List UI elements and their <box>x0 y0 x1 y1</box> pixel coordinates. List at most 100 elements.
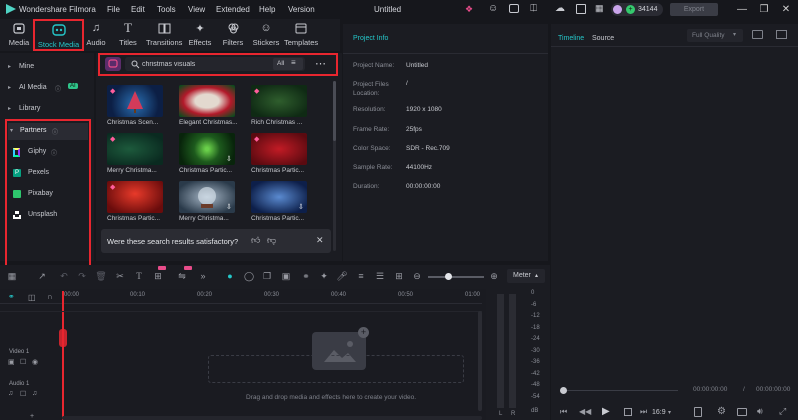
tab-effects[interactable]: ✦ Effects <box>186 19 214 51</box>
layout-icon[interactable] <box>509 4 519 13</box>
grid-layout-icon[interactable]: ▦ <box>6 270 18 282</box>
playhead-handle[interactable] <box>560 387 567 394</box>
tab-audio[interactable]: ♫ Audio <box>84 19 108 51</box>
delete-icon[interactable]: 🗑︎ <box>95 270 107 282</box>
audio-mixer-icon[interactable]: ≡ <box>355 270 367 282</box>
menu-help[interactable]: Help <box>259 5 275 14</box>
lock-icon[interactable]: ☐ <box>20 390 26 398</box>
link-track-icon[interactable]: ◫ <box>28 293 36 302</box>
grid-icon[interactable]: ▦ <box>595 3 604 14</box>
result-thumb-2[interactable] <box>179 85 235 117</box>
cloud-icon[interactable]: ☁ <box>555 3 565 14</box>
microphone-icon[interactable]: 🎤︎ <box>336 270 348 282</box>
menu-extended[interactable]: Extended <box>216 5 250 14</box>
expand-icon[interactable]: ⤢ <box>779 406 786 417</box>
result-thumb-9[interactable]: ⇩ <box>251 181 307 213</box>
search-field[interactable]: All ≡ <box>125 57 305 71</box>
results-scrollbar[interactable] <box>333 81 336 251</box>
drop-zone[interactable] <box>208 355 464 383</box>
help-icon[interactable]: ⓘ <box>55 84 61 93</box>
menu-file[interactable]: File <box>107 5 120 14</box>
media-source-button[interactable] <box>105 57 121 71</box>
credits-badge[interactable]: + 34144 <box>611 3 663 16</box>
text-tool-icon[interactable]: T <box>133 270 145 282</box>
meter-dropdown[interactable]: Meter ▴ <box>507 269 545 283</box>
track-add-icon[interactable]: + <box>30 413 34 420</box>
copy-icon[interactable]: ❐ <box>261 270 273 282</box>
download-icon[interactable]: ⇩ <box>226 155 232 163</box>
filter-dropdown[interactable]: All ≡ <box>273 58 303 70</box>
download-icon[interactable]: ⇩ <box>298 203 304 211</box>
gift-icon[interactable]: ❖ <box>465 4 473 15</box>
rewind-icon[interactable]: ◀◀ <box>579 407 591 416</box>
tab-source-preview[interactable]: Source <box>592 35 614 42</box>
more-options-icon[interactable]: ⋯ <box>315 57 326 70</box>
sidebar-item-pixabay[interactable]: Pixabay <box>12 188 92 202</box>
sidebar-item-partners[interactable]: ▾ Partners ⓘ <box>8 123 88 140</box>
shield-icon[interactable]: ◯ <box>243 270 255 282</box>
link-icon[interactable]: ⚭ <box>300 270 312 282</box>
results-scrollbar-thumb[interactable] <box>333 81 336 141</box>
user-icon[interactable]: ☺ <box>488 3 498 14</box>
tab-timeline-preview[interactable]: Timeline <box>558 35 584 42</box>
result-thumb-8[interactable]: ⇩ <box>179 181 235 213</box>
undo-icon[interactable]: ↶ <box>58 270 70 282</box>
result-thumb-1[interactable]: ◆ <box>107 85 163 117</box>
add-track-icon[interactable]: ⚭ <box>8 292 15 301</box>
select-tool-icon[interactable]: ↗ <box>36 270 48 282</box>
export-frame-icon[interactable]: ⊞ <box>393 270 405 282</box>
result-thumb-5[interactable]: ⇩ <box>179 133 235 165</box>
save-icon[interactable] <box>576 4 586 14</box>
timeline-vscroll[interactable] <box>478 311 482 411</box>
redo-icon[interactable]: ↷ <box>76 270 88 282</box>
maximize-button[interactable]: ❐ <box>757 3 771 16</box>
fullscreen-icon[interactable] <box>776 30 787 39</box>
snapshot-icon[interactable] <box>752 30 763 39</box>
export-button[interactable]: Export <box>670 3 718 16</box>
aspect-ratio-label[interactable]: 16:9 <box>652 409 666 416</box>
notification-icon[interactable]: ⎅ <box>530 3 537 14</box>
tab-media[interactable]: Media <box>5 19 33 51</box>
split-icon[interactable]: ✂ <box>114 270 126 282</box>
zoom-out-icon[interactable]: ⊖ <box>411 270 423 282</box>
eye-icon[interactable]: ◉ <box>32 358 38 366</box>
menu-version[interactable]: Version <box>288 5 315 14</box>
settings-icon[interactable]: ⚙ <box>717 406 726 417</box>
stop-icon[interactable] <box>624 408 632 416</box>
previous-frame-icon[interactable]: ⏮︎ <box>560 407 567 417</box>
tab-transitions[interactable]: Transitions <box>146 19 182 51</box>
search-input[interactable] <box>142 58 242 70</box>
close-button[interactable]: ✕ <box>779 3 793 16</box>
zoom-in-icon[interactable]: ⊕ <box>488 270 500 282</box>
sidebar-item-pexels[interactable]: P Pexels <box>12 167 92 181</box>
tracks-icon[interactable]: ☰ <box>374 270 386 282</box>
menu-edit[interactable]: Edit <box>131 5 145 14</box>
timeline-scrollbar[interactable] <box>62 416 482 420</box>
result-thumb-6[interactable]: ◆ <box>251 133 307 165</box>
image-icon[interactable]: ▣ <box>280 270 292 282</box>
ai-sticker-icon[interactable]: ● <box>224 270 236 282</box>
add-media-icon[interactable]: + <box>358 327 369 338</box>
speed-icon[interactable]: ⇋ <box>176 270 188 282</box>
sidebar-item-unsplash[interactable]: Unsplash <box>12 209 92 223</box>
volume-icon[interactable]: 🔊︎ <box>757 406 763 417</box>
sidebar-item-giphy[interactable]: Giphy ⓘ <box>12 146 92 160</box>
play-icon[interactable]: ▶ <box>602 406 610 417</box>
tab-titles[interactable]: T Titles <box>115 19 141 51</box>
magnet-icon[interactable]: ∩ <box>47 292 53 301</box>
quality-dropdown[interactable]: Full Quality ▾ <box>687 29 743 42</box>
next-frame-icon[interactable]: ⏭︎ <box>640 407 647 417</box>
camera-icon[interactable] <box>737 408 747 416</box>
lock-icon[interactable]: ☐ <box>20 358 26 366</box>
sidebar-item-library[interactable]: ▸ Library <box>0 101 94 118</box>
more-tools-icon[interactable]: » <box>197 270 209 282</box>
menu-tools[interactable]: Tools <box>157 5 176 14</box>
sidebar-item-mine[interactable]: ▸ Mine <box>0 59 94 76</box>
result-thumb-4[interactable]: ◆ <box>107 133 163 165</box>
thumbs-down-icon[interactable]: 👎︎ <box>267 235 276 246</box>
tab-stock-media[interactable]: Stock Media <box>33 19 84 51</box>
tab-filters[interactable]: Filters <box>220 19 246 51</box>
speaker-icon[interactable]: ♫ <box>32 390 37 397</box>
zoom-slider[interactable] <box>428 273 484 280</box>
effects-tool-icon[interactable]: ✦ <box>318 270 330 282</box>
